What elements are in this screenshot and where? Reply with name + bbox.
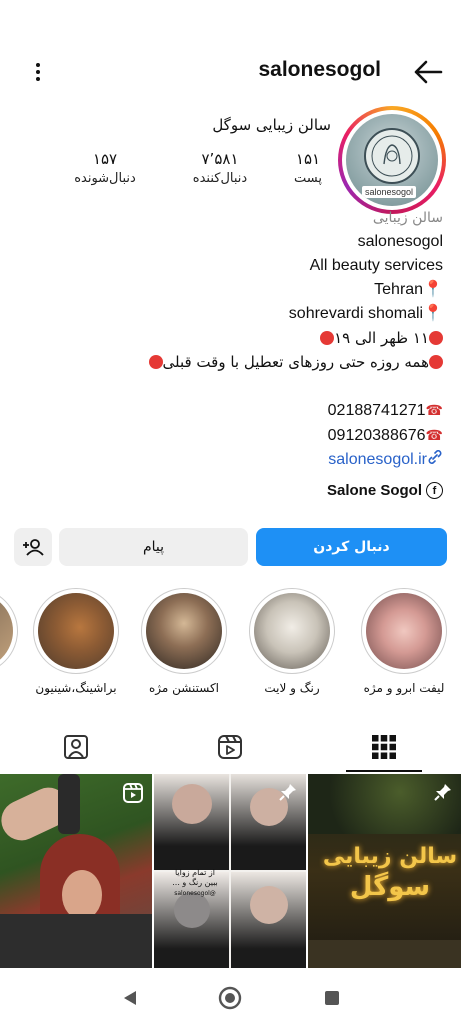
- post-thumbnail[interactable]: [0, 774, 152, 968]
- highlight-partial[interactable]: [0, 588, 18, 674]
- profile-tabs: [0, 722, 461, 772]
- nav-recents-icon[interactable]: [318, 984, 346, 1012]
- reels-icon: [218, 735, 242, 759]
- facebook-icon: f: [426, 482, 443, 499]
- link-icon: [427, 450, 443, 468]
- bio-category: سالن زیبایی: [372, 210, 443, 226]
- bio-note: همه روزه حتی روزهای تعطیل با وقت قبلی: [23, 350, 443, 374]
- bio-phone-1[interactable]: 02188741271☎: [23, 398, 443, 423]
- facebook-link[interactable]: Salone Sogol f: [327, 482, 443, 499]
- add-user-button[interactable]: [14, 528, 52, 566]
- reel-icon: [122, 782, 144, 808]
- bio-hours: ۱۱ ظهر الی ۱۹: [23, 326, 443, 350]
- profile-avatar[interactable]: salonesogol: [338, 106, 446, 214]
- post-thumbnail[interactable]: از تمام زوایا ببین رنگ و ... @salonesogo…: [154, 774, 306, 968]
- telephone-icon: ☎: [425, 402, 443, 418]
- highlight-brow-lift[interactable]: لیفت ابرو و مژه: [361, 588, 447, 695]
- website-link[interactable]: salonesogol.ir: [23, 448, 443, 472]
- add-user-icon: [23, 539, 44, 556]
- pin-icon: [278, 782, 298, 806]
- pin-icon: 📍: [423, 305, 443, 322]
- bio-city: Tehran📍: [374, 281, 443, 298]
- red-circle-icon: [429, 331, 443, 345]
- tab-grid[interactable]: [364, 730, 404, 764]
- telephone-icon: ☎: [425, 427, 443, 443]
- profile-username: salonesogol: [258, 58, 381, 81]
- following-count[interactable]: ۱۵۷ دنبال‌شونده: [50, 150, 160, 186]
- follow-button[interactable]: دنبال کردن: [256, 528, 447, 566]
- highlight-lash-extension[interactable]: اکستنشن مژه: [141, 588, 227, 695]
- message-button[interactable]: پیام: [59, 528, 248, 566]
- system-nav-bar: [0, 970, 461, 1024]
- display-name: سالن زیبایی سوگل: [212, 116, 331, 134]
- bio-handle: salonesogol: [357, 233, 443, 250]
- story-highlights: براشینگ،شینیون اکستنشن مژه رنگ و لایت لی…: [0, 588, 461, 704]
- bio-street: sohrevardi shomali📍: [288, 305, 443, 322]
- post-grid: از تمام زوایا ببین رنگ و ... @salonesogo…: [0, 774, 461, 968]
- posts-count[interactable]: ۱۵۱ پست: [278, 150, 338, 186]
- tab-reels[interactable]: [210, 730, 250, 764]
- salon-logo: [364, 128, 420, 184]
- top-bar: salonesogol: [0, 50, 461, 94]
- nav-back-icon[interactable]: [116, 984, 144, 1012]
- grid-icon: [372, 735, 396, 759]
- pin-icon: 📍: [423, 281, 443, 298]
- highlight-color-light[interactable]: رنگ و لایت: [249, 588, 335, 695]
- bio-phone-2[interactable]: 09120388676☎: [23, 423, 443, 448]
- red-circle-icon: [429, 355, 443, 369]
- back-arrow-icon[interactable]: [413, 58, 443, 86]
- bio: سالن زیبایی salonesogol All beauty servi…: [23, 206, 443, 472]
- post-caption: از تمام زوایا ببین رنگ و ... @salonesogo…: [172, 868, 218, 897]
- active-tab-indicator: [346, 770, 422, 772]
- nav-home-icon[interactable]: [216, 984, 244, 1012]
- tagged-icon: [64, 735, 88, 759]
- tab-tagged[interactable]: [56, 730, 96, 764]
- avatar-tag: salonesogol: [362, 186, 417, 198]
- red-circle-icon: [148, 355, 163, 369]
- followers-count[interactable]: ۷٬۵۸۱ دنبال‌کننده: [170, 150, 270, 186]
- salon-sign: سالن زیبایی سوگل: [322, 844, 458, 902]
- post-thumbnail[interactable]: سالن زیبایی سوگل: [308, 774, 461, 968]
- bio-tagline: All beauty services: [309, 257, 443, 274]
- pin-icon: [433, 782, 453, 806]
- red-circle-icon: [320, 331, 335, 345]
- highlight-brushing[interactable]: براشینگ،شینیون: [33, 588, 119, 695]
